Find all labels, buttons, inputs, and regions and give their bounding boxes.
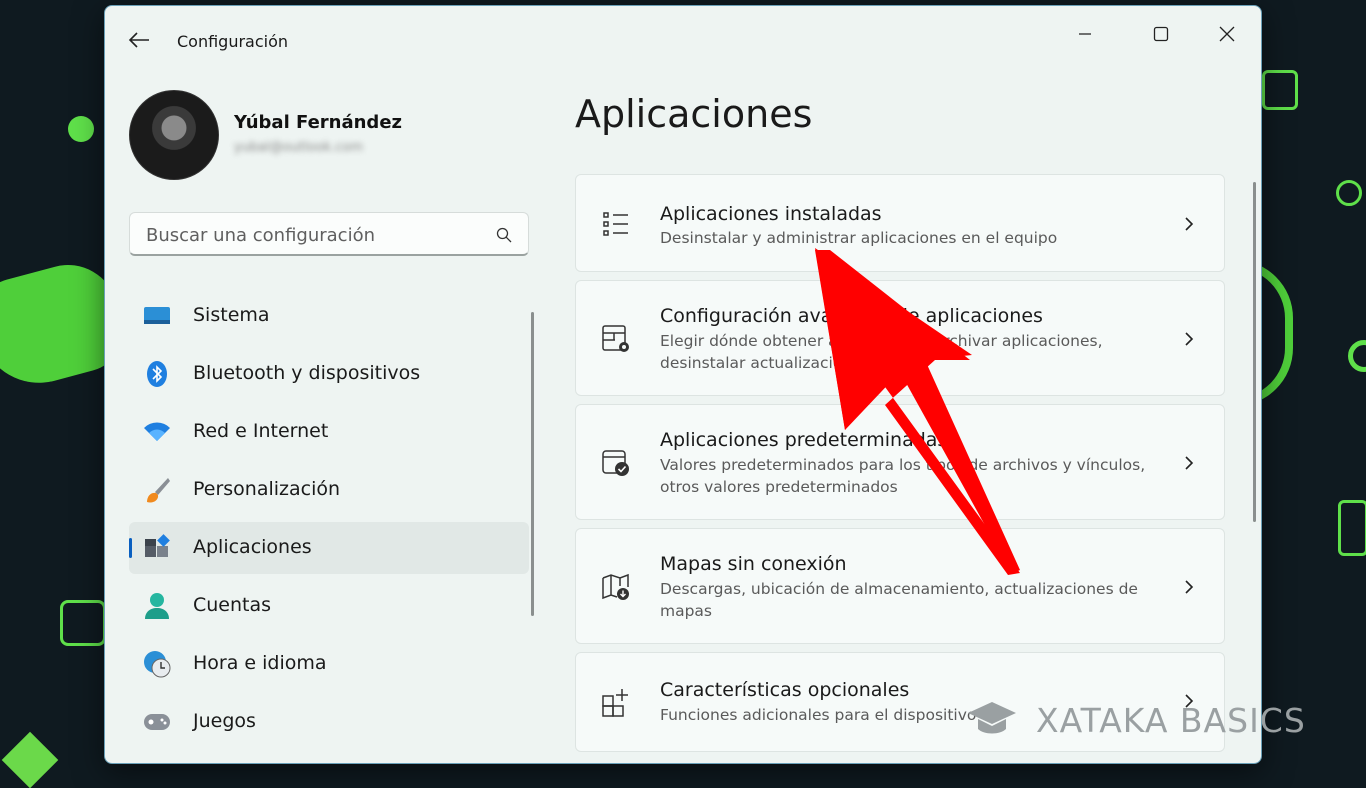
sidebar-item-bluetooth[interactable]: Bluetooth y dispositivos <box>129 348 529 400</box>
sidebar-item-label: Bluetooth y dispositivos <box>193 362 421 384</box>
offline-map-icon <box>600 571 632 603</box>
default-apps-icon <box>600 447 632 479</box>
gamepad-icon <box>143 709 171 735</box>
search-icon[interactable] <box>496 227 512 243</box>
close-button[interactable] <box>1204 18 1250 50</box>
wifi-icon <box>143 419 171 445</box>
card-title: Mapas sin conexión <box>660 553 847 575</box>
card-title: Configuración avanzada de aplicaciones <box>660 305 1043 327</box>
minimize-button[interactable] <box>1062 18 1108 50</box>
card-default-apps[interactable]: Aplicaciones predeterminadas Valores pre… <box>575 404 1225 520</box>
account-icon <box>143 593 171 619</box>
card-title: Características opcionales <box>660 679 910 701</box>
watermark: XATAKA BASICS <box>966 698 1306 742</box>
card-offline-maps[interactable]: Mapas sin conexión Descargas, ubicación … <box>575 528 1225 644</box>
sidebar-scrollbar[interactable] <box>531 312 534 616</box>
card-installed-apps[interactable]: Aplicaciones instaladas Desinstalar y ad… <box>575 174 1225 272</box>
card-title: Aplicaciones instaladas <box>660 203 882 225</box>
sidebar-item-label: Juegos <box>193 710 256 732</box>
graduation-cap-icon <box>968 702 1016 734</box>
wallpaper-shape <box>68 116 94 142</box>
chevron-right-icon <box>1185 332 1194 346</box>
wallpaper-shape <box>1262 70 1298 110</box>
maximize-icon <box>1153 26 1169 42</box>
sidebar-item-label: Personalización <box>193 478 341 500</box>
wallpaper-shape <box>1336 180 1362 206</box>
chevron-right-icon <box>1185 580 1194 594</box>
optional-features-icon <box>600 686 632 718</box>
sidebar-item-aplicaciones[interactable]: Aplicaciones <box>129 522 529 574</box>
chevron-right-icon <box>1185 217 1194 231</box>
wallpaper-shape <box>60 600 106 646</box>
wallpaper-shape <box>1 731 59 788</box>
settings-list: Aplicaciones instaladas Desinstalar y ad… <box>575 174 1225 760</box>
sidebar-item-cuentas[interactable]: Cuentas <box>129 580 529 632</box>
wallpaper-shape <box>1338 500 1366 556</box>
sidebar-item-label: Sistema <box>193 304 270 326</box>
brush-icon <box>143 477 171 503</box>
list-icon <box>600 208 632 240</box>
arrow-left-icon <box>128 32 149 48</box>
card-description: Elegir dónde obtener aplicaciones, archi… <box>660 332 1103 372</box>
apps-icon <box>143 534 171 561</box>
sidebar-item-label: Red e Internet <box>193 420 329 442</box>
bluetooth-icon <box>143 361 171 387</box>
search-input[interactable] <box>144 221 488 249</box>
sidebar-nav: Sistema Bluetooth y dispositivos Red e I… <box>129 290 529 754</box>
sidebar-item-label: Hora e idioma <box>193 652 327 674</box>
settings-window: Configuración Yúbal Fernández yubal@outl… <box>104 5 1262 764</box>
sidebar-item-juegos[interactable]: Juegos <box>129 696 529 748</box>
card-title: Aplicaciones predeterminadas <box>660 429 948 451</box>
card-description: Valores predeterminados para los tipos d… <box>660 456 1146 496</box>
avatar[interactable] <box>129 90 219 180</box>
monitor-icon <box>143 303 171 329</box>
main-scrollbar[interactable] <box>1253 182 1256 522</box>
watermark-text: XATAKA BASICS <box>1036 700 1306 740</box>
card-advanced-app-settings[interactable]: Configuración avanzada de aplicaciones E… <box>575 280 1225 396</box>
sidebar-item-hora[interactable]: Hora e idioma <box>129 638 529 690</box>
user-email: yubal@outlook.com <box>234 140 363 155</box>
chevron-right-icon <box>1185 456 1194 470</box>
minimize-icon <box>1079 33 1091 35</box>
user-name: Yúbal Fernández <box>234 112 403 133</box>
page-title: Aplicaciones <box>575 92 813 136</box>
sidebar-item-label: Cuentas <box>193 594 272 616</box>
clock-globe-icon <box>143 651 171 678</box>
window-title: Configuración <box>177 32 289 51</box>
card-description: Descargas, ubicación de almacenamiento, … <box>660 580 1138 620</box>
close-icon <box>1219 26 1235 42</box>
sidebar-item-label: Aplicaciones <box>193 536 312 558</box>
sidebar-item-red[interactable]: Red e Internet <box>129 406 529 458</box>
back-button[interactable] <box>127 30 151 50</box>
maximize-button[interactable] <box>1138 18 1184 50</box>
search-box[interactable] <box>129 212 529 256</box>
sidebar-item-personalizacion[interactable]: Personalización <box>129 464 529 516</box>
wallpaper-shape <box>1348 340 1366 372</box>
sidebar-item-sistema[interactable]: Sistema <box>129 290 529 342</box>
title-bar: Configuración <box>105 6 1261 74</box>
app-settings-icon <box>600 323 632 355</box>
card-description: Desinstalar y administrar aplicaciones e… <box>660 229 1058 247</box>
